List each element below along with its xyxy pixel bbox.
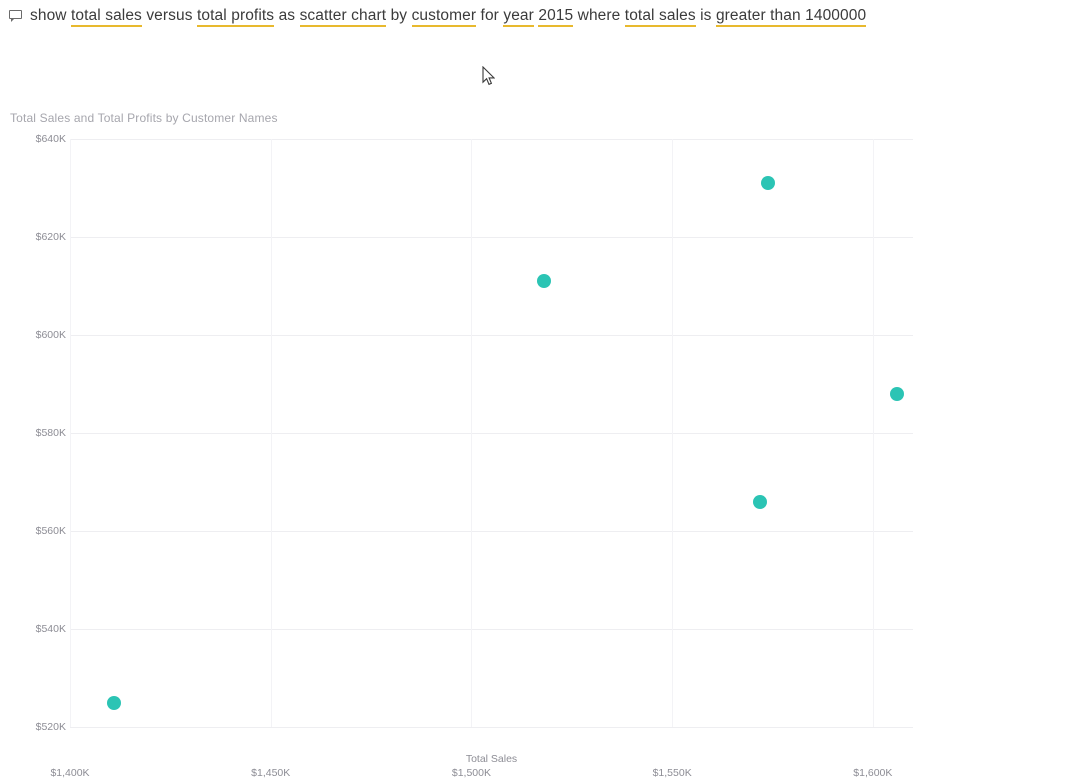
scatter-point[interactable]: [761, 176, 776, 191]
x-axis-title: Total Sales: [465, 753, 518, 765]
mouse-pointer-icon: [482, 66, 495, 86]
scatter-point[interactable]: [889, 386, 904, 401]
gridline-vertical: [70, 139, 71, 727]
gridline-horizontal: [70, 335, 913, 336]
gridline-horizontal: [70, 727, 913, 728]
query-token: is: [700, 7, 712, 24]
chat-bubble-icon: [9, 10, 24, 22]
query-token-entity[interactable]: total sales: [71, 7, 142, 27]
gridline-vertical: [471, 139, 472, 727]
x-axis-tick-label: $1,400K: [50, 767, 90, 779]
query-token-space: [295, 7, 299, 24]
y-axis-tick-label: $640K: [35, 133, 66, 145]
query-token: where: [577, 7, 621, 24]
query-token: as: [278, 7, 296, 24]
query-token: by: [390, 7, 408, 24]
y-axis-tick-label: $600K: [35, 329, 66, 341]
scatter-point[interactable]: [107, 695, 122, 710]
x-axis-tick-label: $1,600K: [853, 767, 893, 779]
query-token-entity[interactable]: total sales: [624, 7, 696, 27]
x-axis-tick-label: $1,500K: [451, 767, 491, 779]
y-axis-tick-label: $540K: [35, 623, 66, 635]
query-token-entity[interactable]: total profits: [197, 7, 275, 27]
y-axis-tick-label: $560K: [35, 525, 66, 537]
y-axis-tick-label: $520K: [35, 721, 66, 733]
scatter-chart-visual[interactable]: Total Sales and Total Profits by Custome…: [0, 104, 1085, 779]
gridline-horizontal: [70, 629, 913, 630]
gridline-horizontal: [70, 237, 913, 238]
gridline-horizontal: [70, 433, 913, 434]
query-token-entity[interactable]: scatter chart: [299, 7, 387, 27]
y-axis-tick-label: $620K: [35, 231, 66, 243]
query-token: show: [30, 7, 67, 24]
gridline-vertical: [672, 139, 673, 727]
y-axis-tick-label: $580K: [35, 427, 66, 439]
gridline-horizontal: [70, 139, 913, 140]
gridline-horizontal: [70, 531, 913, 532]
query-token-entity[interactable]: customer: [411, 7, 477, 27]
query-input-text[interactable]: show total sales versus total profits as…: [30, 6, 867, 27]
query-token-entity[interactable]: greater than 1400000: [715, 7, 867, 27]
chart-title: Total Sales and Total Profits by Custome…: [10, 111, 278, 125]
scatter-point[interactable]: [536, 274, 551, 289]
query-token-entity[interactable]: 2015: [538, 7, 574, 27]
plot-area[interactable]: $640K $620K $600K $580K $560K $540K $520K $1,40…: [36, 133, 913, 779]
query-token: for: [480, 7, 499, 24]
gridline-vertical: [271, 139, 272, 727]
query-token: versus: [146, 7, 193, 24]
gridline-vertical: [873, 139, 874, 727]
scatter-point[interactable]: [753, 494, 768, 509]
query-token-space: [407, 7, 411, 24]
x-axis-tick-label: $1,450K: [251, 767, 291, 779]
query-bar[interactable]: show total sales versus total profits as…: [0, 0, 1085, 32]
x-axis-tick-label: $1,550K: [652, 767, 692, 779]
query-token-entity[interactable]: year: [503, 7, 534, 27]
